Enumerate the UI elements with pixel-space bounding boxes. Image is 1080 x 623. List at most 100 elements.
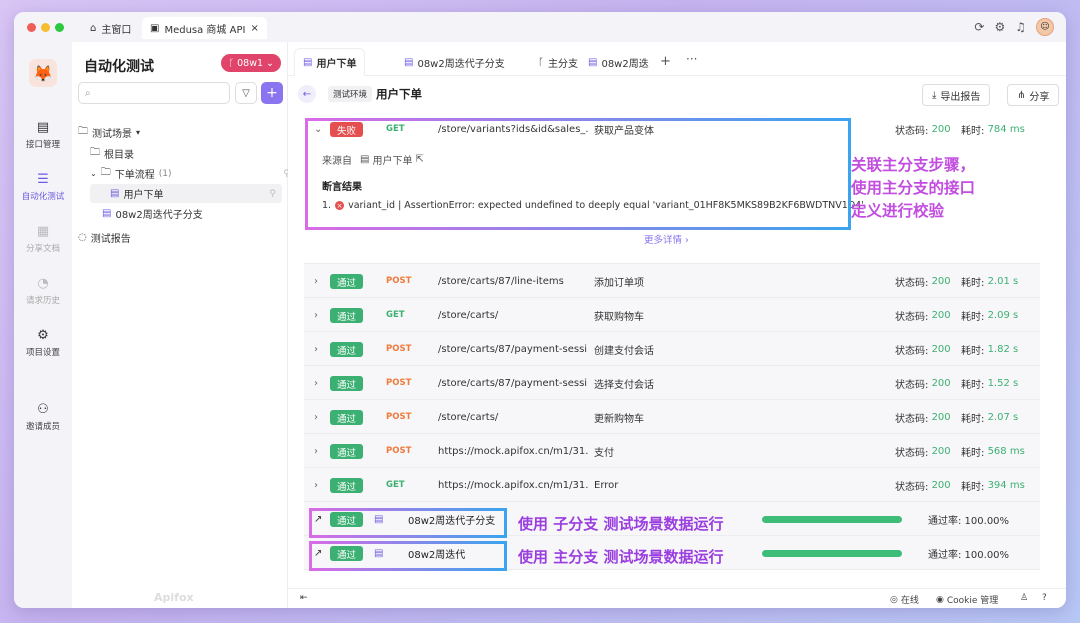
step-row[interactable]: › 通过 GET https://mock.apifox.cn/m1/31...… bbox=[304, 468, 1040, 502]
cookie-icon: ◉ bbox=[936, 594, 944, 605]
step-row[interactable]: › 通过 POST /store/carts/ 更新购物车 状态码: 200 耗… bbox=[304, 400, 1040, 434]
shirt-icon[interactable]: ♙ bbox=[1020, 593, 1028, 603]
status-badge: 通过 bbox=[330, 342, 364, 357]
chevron-right-icon[interactable]: › bbox=[314, 264, 318, 298]
tab-label: 08w2周迭代子分支 bbox=[417, 58, 505, 70]
tab-label: 08w2周迭 bbox=[601, 58, 649, 70]
page-title: 用户下单 bbox=[376, 87, 422, 101]
rail-item-project-settings[interactable]: ⚙ 项目设置 bbox=[14, 328, 72, 358]
annotation-main-branch-run: 使用 主分支 测试场景数据运行 bbox=[518, 548, 724, 566]
highlight-box-sub-scene-1 bbox=[309, 508, 507, 538]
back-button[interactable]: ← bbox=[298, 85, 316, 103]
chevron-right-icon[interactable]: › bbox=[314, 434, 318, 468]
minimize-window-button[interactable] bbox=[41, 23, 50, 32]
request-path: https://mock.apifox.cn/m1/31... bbox=[438, 479, 588, 491]
close-tab-icon[interactable]: × bbox=[250, 23, 258, 34]
tab-bar: ▤ 用户下单 ▤ 08w2周迭代子分支 ᚴ 主分支 ▤ 08w2周迭 + ··· bbox=[288, 42, 1066, 76]
status-code: 状态码: 200 bbox=[895, 377, 951, 391]
online-status[interactable]: ◎ 在线 bbox=[890, 593, 919, 607]
http-method: GET bbox=[386, 310, 405, 320]
add-button[interactable]: + bbox=[261, 82, 283, 104]
branch-selector[interactable]: ᚴ 08w1 ⌄ bbox=[221, 54, 281, 72]
pass-progress-bar bbox=[762, 516, 902, 523]
maximize-window-button[interactable] bbox=[55, 23, 64, 32]
document-icon: ▦ bbox=[36, 224, 50, 239]
step-row[interactable]: › 通过 GET /store/carts/ 获取购物车 状态码: 200 耗时… bbox=[304, 298, 1040, 332]
gear-icon[interactable]: ⚙ bbox=[994, 20, 1005, 34]
project-icon: ▣ bbox=[150, 22, 160, 34]
step-row[interactable]: › 通过 POST /store/carts/87/payment-sessi.… bbox=[304, 332, 1040, 366]
tab-user-order[interactable]: ▤ 用户下单 bbox=[294, 48, 366, 76]
status-badge: 通过 bbox=[330, 410, 364, 425]
add-tab-button[interactable]: + bbox=[660, 54, 671, 69]
tree-item-order-flow[interactable]: ⌄ 🗀 下单流程 (1) ⚲ bbox=[90, 164, 296, 183]
duration: 耗时: 1.82 s bbox=[961, 343, 1019, 357]
chevron-right-icon[interactable]: › bbox=[314, 366, 318, 400]
status-code: 状态码: 200 bbox=[895, 275, 951, 289]
step-row[interactable]: › 通过 POST /store/carts/87/line-items 添加订… bbox=[304, 264, 1040, 298]
chevron-right-icon[interactable]: › bbox=[314, 400, 318, 434]
home-window-tab[interactable]: ⌂ 主窗口 bbox=[82, 17, 139, 39]
tree-item-user-order[interactable]: ▤ 用户下单 ⚲ bbox=[90, 184, 282, 203]
tab-main-branch[interactable]: ᚴ 主分支 ▤ 08w2周迭 bbox=[530, 48, 657, 76]
home-tab-label: 主窗口 bbox=[101, 24, 132, 36]
environment-chip[interactable]: 测试环境 bbox=[328, 86, 373, 102]
duration: 耗时: 1.52 s bbox=[961, 377, 1019, 391]
request-path: /store/carts/87/payment-sessi... bbox=[438, 343, 588, 355]
rail-label: 自动化测试 bbox=[21, 192, 65, 202]
more-tabs-button[interactable]: ··· bbox=[686, 52, 697, 66]
duration: 耗时: 2.01 s bbox=[961, 275, 1019, 289]
export-label: 导出报告 bbox=[940, 91, 981, 103]
rail-item-share-docs[interactable]: ▦ 分享文档 bbox=[14, 224, 72, 254]
step-row[interactable]: › 通过 POST https://mock.apifox.cn/m1/31..… bbox=[304, 434, 1040, 468]
api-icon: ▤ bbox=[36, 120, 50, 135]
rail-item-automation[interactable]: ☰ 自动化测试 bbox=[14, 172, 72, 202]
project-tab-label: Medusa 商城 API bbox=[164, 24, 246, 36]
settings-icon: ⚙ bbox=[37, 328, 49, 343]
arrow-left-icon: ← bbox=[302, 88, 312, 100]
cookie-manager-button[interactable]: ◉ Cookie 管理 bbox=[936, 593, 998, 607]
rail-label: 分享文档 bbox=[25, 244, 60, 254]
annotation-line: 关联主分支步骤， bbox=[851, 156, 976, 174]
tree-item-sub-branch[interactable]: ▤ 08w2周迭代子分支 bbox=[102, 204, 308, 223]
search-input[interactable]: ⌕ bbox=[78, 82, 230, 104]
tree-item-test-scenes[interactable]: 🗀 测试场景 ▾ bbox=[78, 123, 284, 142]
share-button[interactable]: ⋔ 分享 bbox=[1007, 84, 1060, 106]
project-window-tab[interactable]: ▣ Medusa 商城 API × bbox=[142, 17, 267, 39]
rail-item-api-management[interactable]: ▤ 接口管理 bbox=[14, 120, 72, 150]
close-window-button[interactable] bbox=[27, 23, 36, 32]
rail-item-history[interactable]: ◔ 请求历史 bbox=[14, 276, 72, 306]
tree-item-test-reports[interactable]: ◌ 测试报告 bbox=[78, 228, 284, 247]
help-icon[interactable]: ? bbox=[1042, 593, 1047, 603]
automation-icon: ☰ bbox=[37, 172, 49, 187]
collapse-sidebar-icon[interactable]: ⇤ bbox=[300, 593, 308, 603]
tree-item-root[interactable]: 🗀 根目录 bbox=[90, 144, 296, 163]
export-report-button[interactable]: ⤓ 导出报告 bbox=[922, 84, 991, 106]
step-row[interactable]: › 通过 POST /store/carts/87/payment-sessi.… bbox=[304, 366, 1040, 400]
step-name: 更新购物车 bbox=[594, 413, 644, 425]
filter-button[interactable]: ▽ bbox=[235, 82, 257, 104]
chevron-right-icon[interactable]: › bbox=[314, 468, 318, 502]
bell-icon[interactable]: ♫ bbox=[1015, 20, 1026, 34]
tab-sub-branch[interactable]: ▤ 08w2周迭代子分支 bbox=[396, 48, 513, 76]
link-icon[interactable]: ⚲ bbox=[269, 189, 276, 199]
chevron-right-icon[interactable]: › bbox=[314, 298, 318, 332]
annotation-line: 使用主分支的接口 bbox=[851, 179, 976, 197]
share-label: 分享 bbox=[1029, 91, 1050, 103]
status-code: 状态码: 200 bbox=[895, 479, 951, 493]
request-path: /store/carts/87/payment-sessi... bbox=[438, 377, 588, 389]
check-circle-icon: ◎ bbox=[890, 594, 898, 605]
step-name: 添加订单项 bbox=[594, 277, 644, 289]
tree-label: 测试报告 bbox=[90, 234, 131, 245]
duration: 耗时: 394 ms bbox=[961, 479, 1025, 493]
share-icon: ⋔ bbox=[1017, 89, 1026, 101]
rail-item-invite[interactable]: ⚇ 邀请成员 bbox=[14, 402, 72, 432]
avatar[interactable]: ☺ bbox=[1036, 18, 1054, 36]
refresh-icon[interactable]: ⟳ bbox=[974, 20, 984, 34]
http-method: POST bbox=[386, 446, 412, 456]
more-details-link[interactable]: 更多详情 › bbox=[644, 232, 689, 246]
history-icon: ◔ bbox=[37, 276, 49, 291]
title-bar: ⌂ 主窗口 ▣ Medusa 商城 API × ⟳ ⚙ ♫ ☺ bbox=[14, 12, 1066, 42]
chevron-right-icon[interactable]: › bbox=[314, 332, 318, 366]
search-icon: ⌕ bbox=[85, 87, 91, 99]
